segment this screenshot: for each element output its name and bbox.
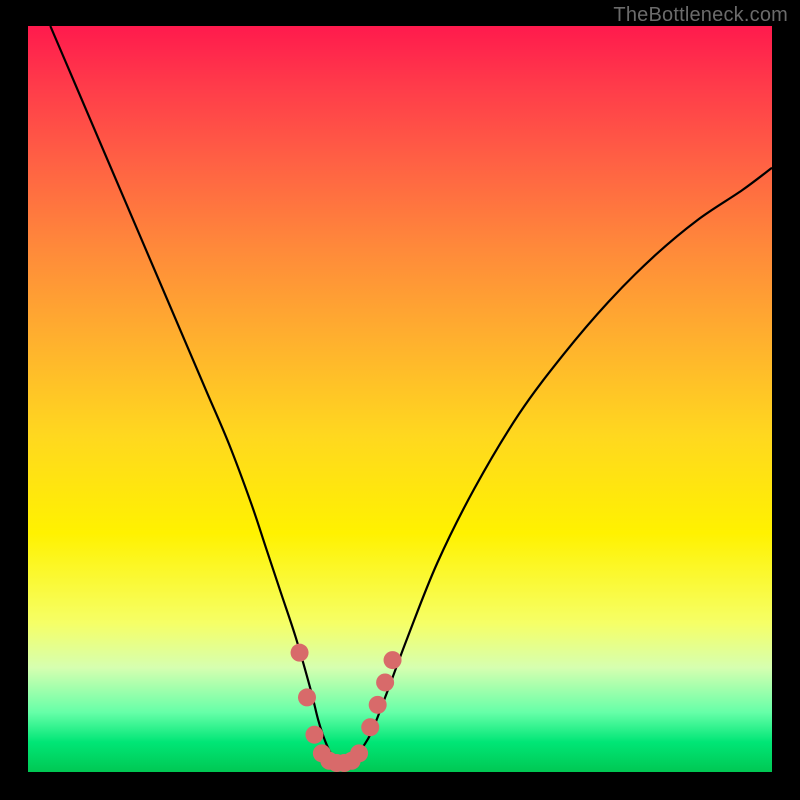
marker-dot bbox=[384, 651, 402, 669]
marker-dot bbox=[369, 696, 387, 714]
watermark-text: TheBottleneck.com bbox=[613, 4, 788, 27]
marker-dot bbox=[298, 688, 316, 706]
chart-frame: TheBottleneck.com bbox=[0, 0, 800, 800]
marker-dot bbox=[361, 718, 379, 736]
bottleneck-curve bbox=[50, 26, 772, 765]
marker-dot bbox=[376, 673, 394, 691]
chart-svg bbox=[28, 26, 772, 772]
marker-dot bbox=[350, 744, 368, 762]
marker-dot bbox=[305, 726, 323, 744]
marker-dot bbox=[291, 644, 309, 662]
marker-dots bbox=[291, 644, 402, 772]
plot-area bbox=[28, 26, 772, 772]
